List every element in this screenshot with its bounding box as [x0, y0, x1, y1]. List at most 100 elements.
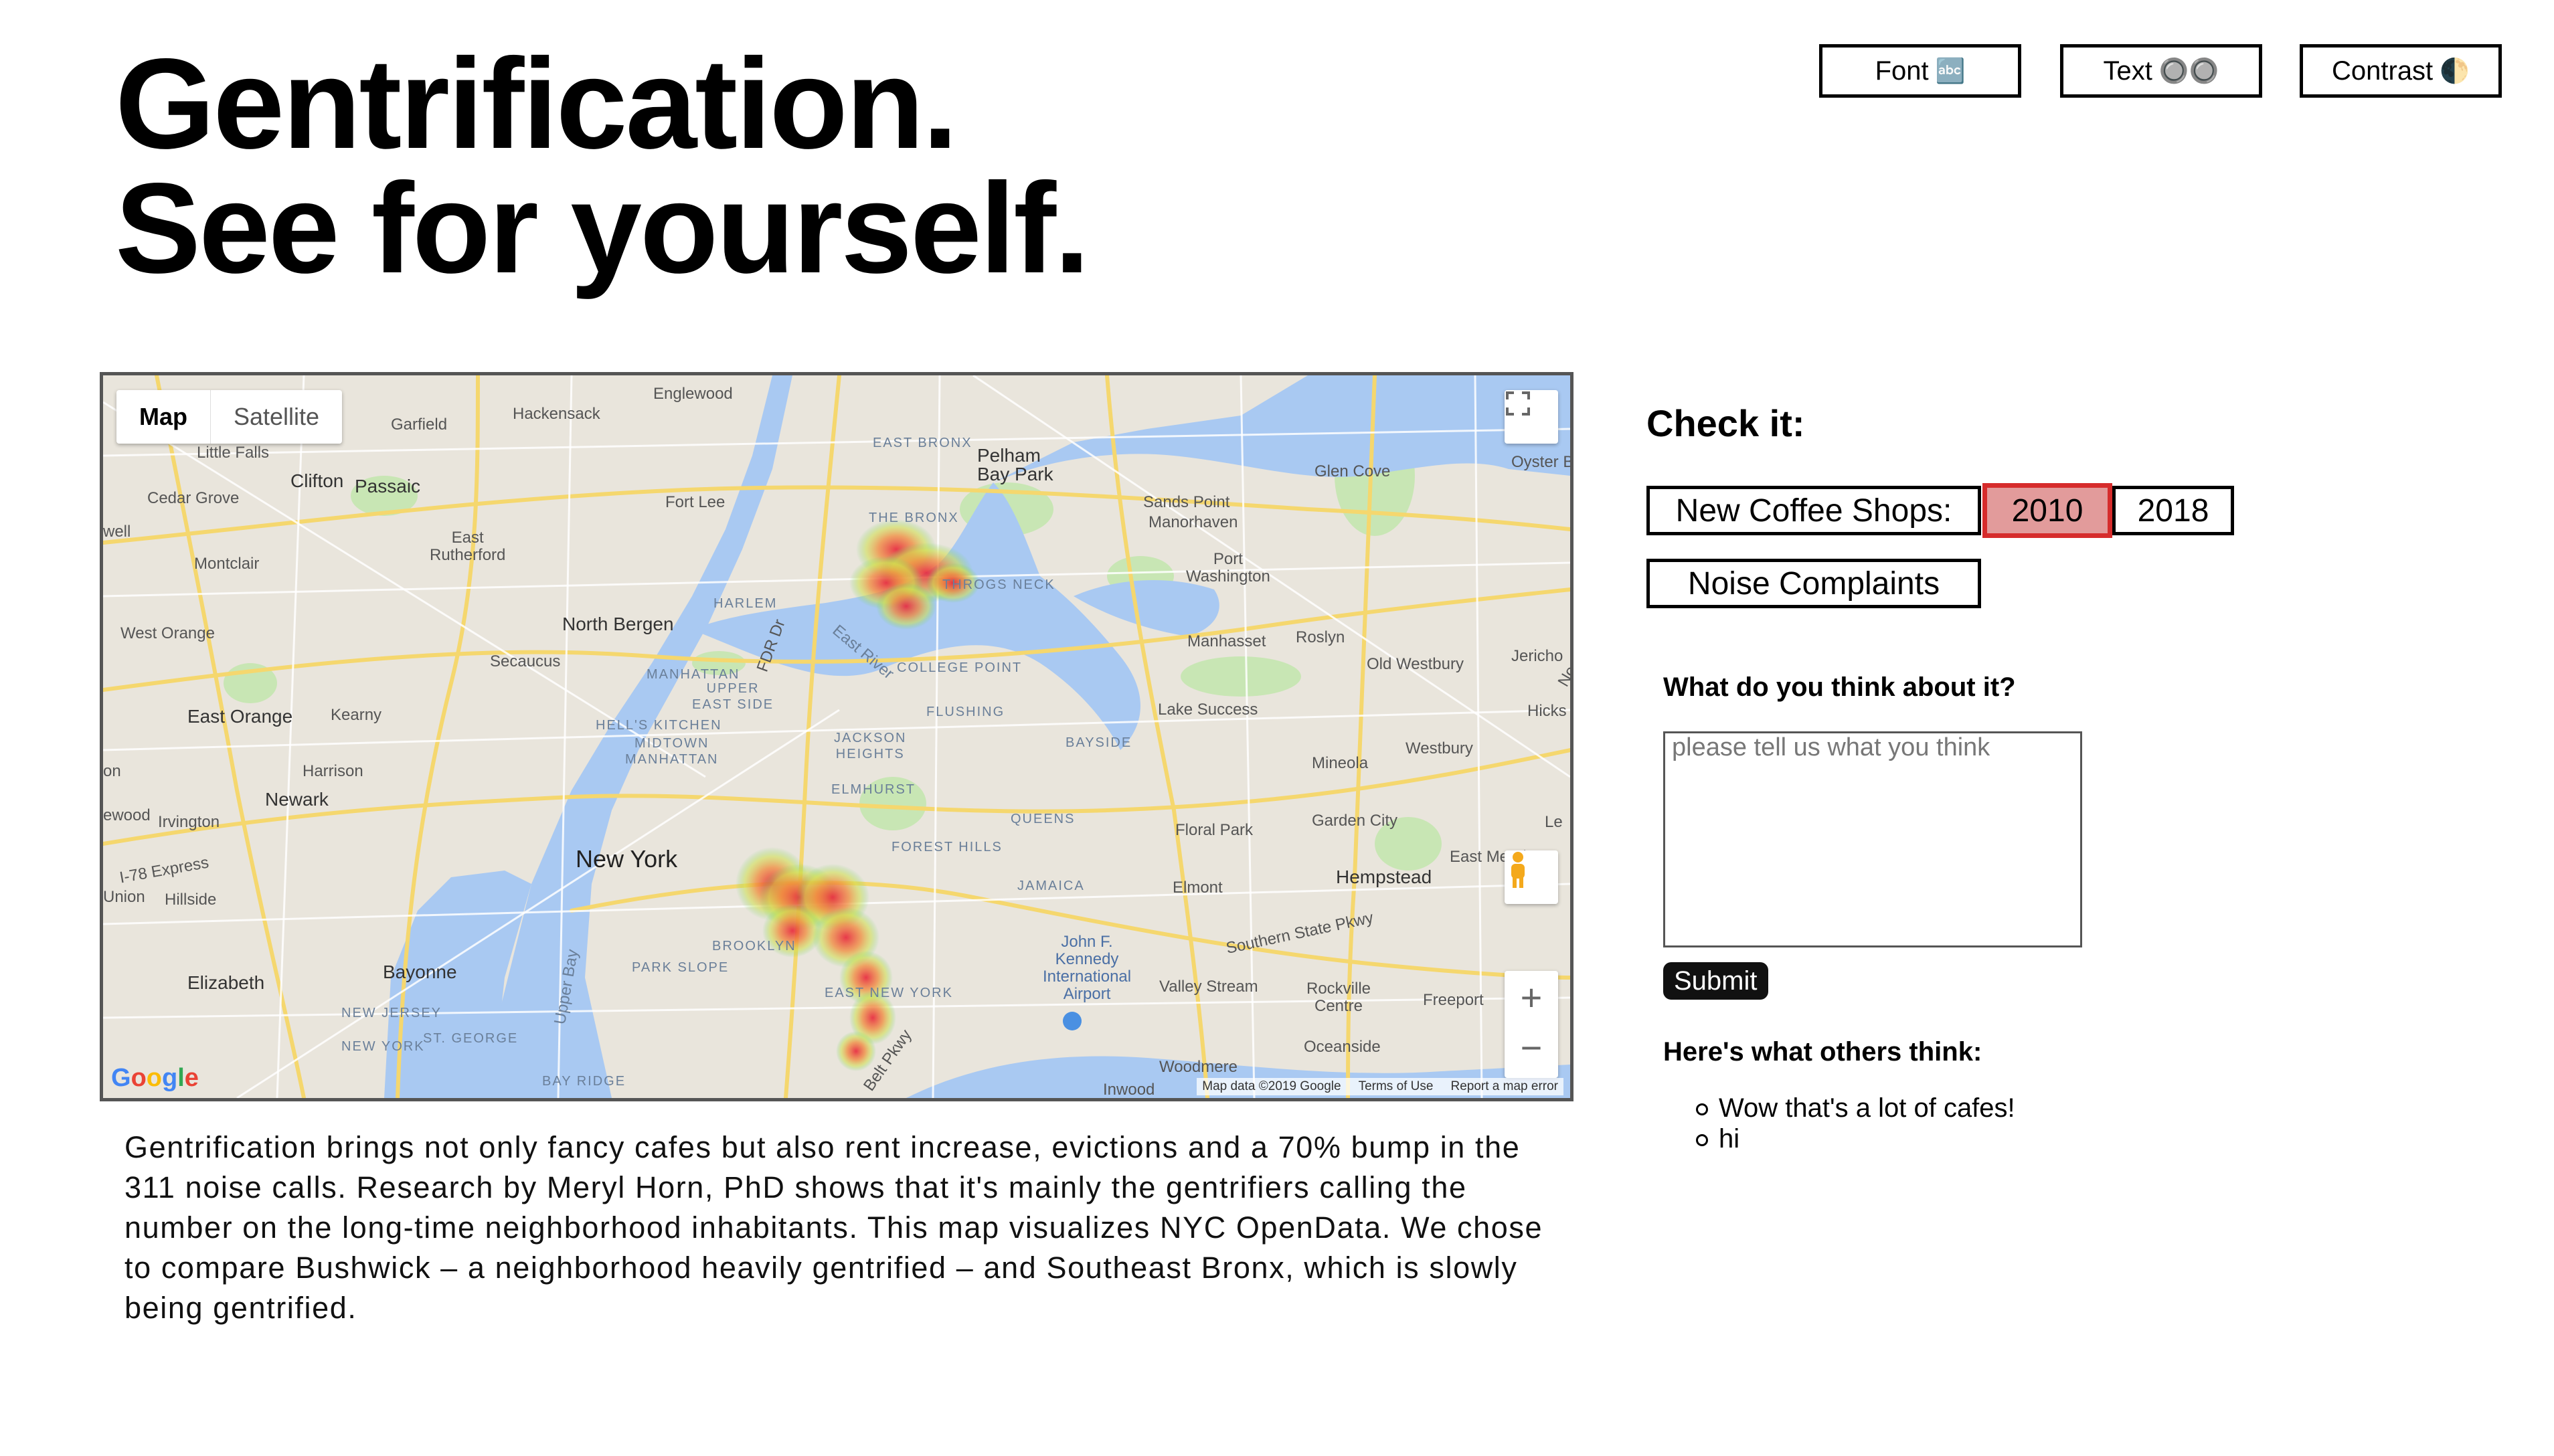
map-label: Englewood	[653, 385, 733, 403]
map-label: HELL'S KITCHEN	[596, 718, 722, 733]
map-label: Westbury	[1406, 739, 1473, 757]
noise-complaints-button[interactable]: Noise Complaints	[1646, 559, 1981, 608]
map-label: ewood	[103, 806, 151, 824]
map-label: THE BRONX	[869, 511, 959, 525]
map-label: Elmont	[1173, 879, 1223, 897]
map-label: Union	[103, 888, 145, 906]
comment-item: Wow that's a lot of cafes!	[1696, 1093, 2015, 1123]
heatmap-map[interactable]: Englewood Hackensack Garfield Little Fal…	[100, 372, 1573, 1101]
map-label: Oyster B	[1511, 453, 1573, 471]
map-label: Valley Stream	[1159, 978, 1258, 996]
map-label: Cedar Grove	[147, 489, 240, 507]
comment-item: hi	[1696, 1123, 2015, 1154]
map-label: ELMHURST	[831, 782, 916, 797]
map-label: Mineola	[1312, 754, 1369, 772]
map-label: EAST BRONX	[873, 436, 972, 450]
map-label: Montclair	[194, 555, 260, 573]
map-type-map-button[interactable]: Map	[116, 390, 211, 444]
description-text: Gentrification brings not only fancy caf…	[124, 1130, 1543, 1325]
map-label: ST. GEORGE	[423, 1031, 519, 1046]
map-label: Fort Lee	[665, 493, 726, 511]
street-view-button[interactable]	[1505, 850, 1558, 904]
airport-icon	[1063, 1012, 1082, 1030]
text-toggle-label: Text	[2103, 56, 2152, 86]
feedback-textarea[interactable]	[1663, 731, 2082, 947]
others-heading: Here's what others think:	[1663, 1037, 1982, 1067]
map-label: Kearny	[331, 706, 382, 724]
map-label: Sands Point	[1143, 493, 1230, 511]
map-label: FLUSHING	[926, 705, 1005, 719]
map-label: Little Falls	[197, 444, 270, 462]
map-label: Garden City	[1312, 812, 1398, 830]
year-2018-button[interactable]: 2018	[2112, 486, 2234, 535]
text-toggle-button[interactable]: Text 🔘🔘	[2060, 44, 2262, 98]
map-label: COLLEGE POINT	[897, 660, 1023, 675]
map-label: JAMAICA	[1017, 879, 1085, 893]
map-label: Irvington	[158, 813, 220, 831]
map-label: Le	[1545, 813, 1563, 831]
map-attribution: Map data ©2019 Google Terms of Use Repor…	[1197, 1078, 1563, 1095]
map-data-text: Map data ©2019 Google	[1202, 1079, 1341, 1093]
feedback-question: What do you think about it?	[1663, 672, 2016, 702]
map-label: Inwood	[1103, 1081, 1155, 1099]
map-label: Rockville Centre	[1306, 980, 1371, 1015]
map-label: Passaic	[355, 476, 421, 496]
map-label: Elizabeth	[187, 972, 265, 993]
contrast-toggle-button[interactable]: Contrast 🌓	[2300, 44, 2502, 98]
map-label: well	[103, 523, 131, 541]
map-label: Newark	[265, 789, 329, 810]
zoom-in-icon[interactable]: +	[1521, 971, 1543, 1024]
map-label: PARK SLOPE	[632, 960, 730, 975]
contrast-toggle-label: Contrast	[2332, 56, 2434, 86]
map-label: QUEENS	[1011, 812, 1076, 826]
map-label: BAY RIDGE	[542, 1074, 626, 1089]
map-label: THROGS NECK	[942, 577, 1055, 592]
map-label: Harrison	[303, 762, 363, 780]
map-label: West Orange	[120, 624, 215, 642]
map-label: on	[103, 762, 121, 780]
map-label: Glen Cove	[1314, 462, 1391, 480]
year-2010-button[interactable]: 2010	[1982, 483, 2112, 538]
fullscreen-icon	[1506, 391, 1530, 416]
map-label: UPPER EAST SIDE	[692, 681, 774, 712]
pegman-icon	[1511, 852, 1525, 888]
comments-list: Wow that's a lot of cafes! hi	[1696, 1093, 2015, 1154]
font-toggle-button[interactable]: Font 🔤	[1819, 44, 2021, 98]
map-label: NEW YORK	[341, 1039, 425, 1054]
page-title-line-1: Gentrification.	[115, 31, 958, 175]
map-label: Woodmere	[1159, 1058, 1238, 1076]
map-label: JACKSON HEIGHTS	[834, 731, 907, 761]
map-label: Roslyn	[1296, 628, 1345, 646]
coffee-shops-button[interactable]: New Coffee Shops:	[1646, 486, 1981, 535]
map-label: Old Westbury	[1367, 655, 1464, 673]
map-label: Hillside	[165, 891, 217, 909]
map-label: Manorhaven	[1148, 513, 1238, 531]
map-label: Hicks	[1527, 702, 1567, 720]
report-error-link[interactable]: Report a map error	[1450, 1079, 1558, 1094]
map-label: HARLEM	[713, 596, 778, 611]
map-label: Bayonne	[383, 962, 457, 982]
map-label: Floral Park	[1175, 821, 1254, 839]
map-label: BROOKLYN	[712, 939, 796, 953]
map-label: Port Washington	[1186, 550, 1270, 585]
font-toggle-label: Font	[1875, 56, 1929, 86]
submit-button[interactable]: Submit	[1663, 962, 1768, 1000]
zoom-control: + −	[1505, 971, 1558, 1078]
map-label: Lake Success	[1158, 701, 1258, 719]
fullscreen-button[interactable]	[1505, 390, 1558, 444]
terms-link[interactable]: Terms of Use	[1359, 1079, 1434, 1094]
check-it-heading: Check it:	[1646, 402, 1805, 444]
map-type-satellite-button[interactable]: Satellite	[211, 390, 342, 444]
map-label: East Rutherford	[430, 529, 506, 564]
map-label: John F. Kennedy International Airport	[1043, 933, 1132, 1003]
map-type-control: Map Satellite	[116, 390, 343, 444]
map-label: Hempstead	[1336, 867, 1432, 887]
map-label: Pelham Bay Park	[977, 445, 1053, 484]
zoom-out-icon[interactable]: −	[1521, 1024, 1543, 1078]
map-label: Freeport	[1423, 991, 1484, 1009]
map-label: Garfield	[391, 416, 448, 434]
map-label: Oceanside	[1304, 1038, 1381, 1056]
map-label: Clifton	[290, 470, 344, 491]
map-label: MIDTOWN MANHATTAN	[625, 736, 719, 767]
map-label: New York	[576, 845, 678, 873]
